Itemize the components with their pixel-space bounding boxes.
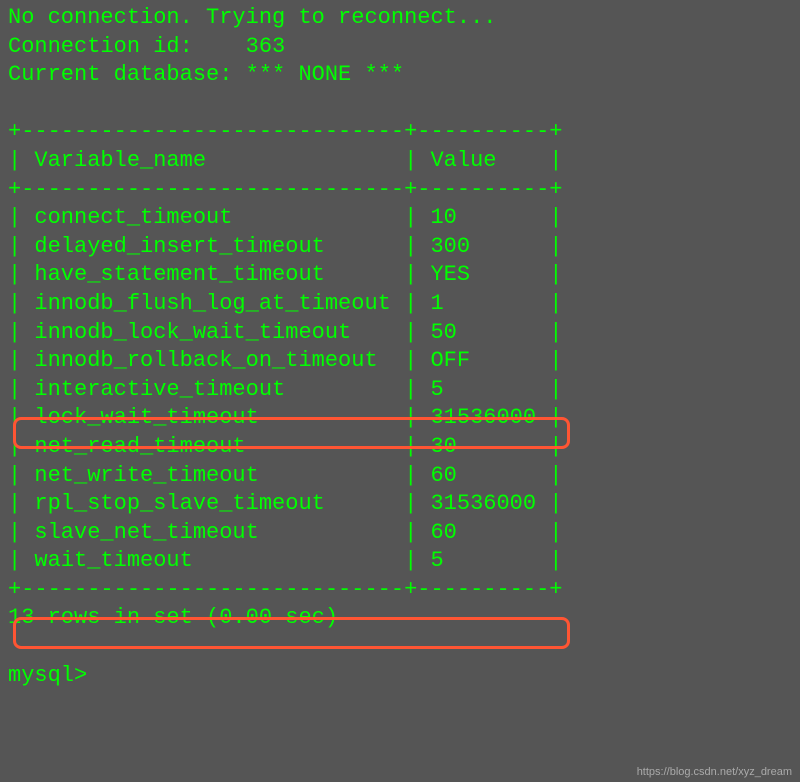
status-current-db: Current database: *** NONE *** [8,61,792,90]
rows-summary: 13 rows in set (0.00 sec) [8,604,792,633]
table-row: | net_write_timeout | 60 | [8,462,792,491]
table-row: | innodb_rollback_on_timeout | OFF | [8,347,792,376]
table-row: | delayed_insert_timeout | 300 | [8,233,792,262]
table-row: | slave_net_timeout | 60 | [8,519,792,548]
table-row: | have_statement_timeout | YES | [8,261,792,290]
watermark: https://blog.csdn.net/xyz_dream [637,766,792,778]
table-row: | rpl_stop_slave_timeout | 31536000 | [8,490,792,519]
table-border-top: +-----------------------------+---------… [8,118,792,147]
blank-line [8,90,792,119]
table-row: | innodb_lock_wait_timeout | 50 | [8,319,792,348]
table-row: | interactive_timeout | 5 | [8,376,792,405]
mysql-prompt[interactable]: mysql> [8,662,792,691]
table-row: | wait_timeout | 5 | [8,547,792,576]
table-row: | net_read_timeout | 30 | [8,433,792,462]
status-connection-id: Connection id: 363 [8,33,792,62]
table-border-bottom: +-----------------------------+---------… [8,576,792,605]
table-rows: | connect_timeout | 10 || delayed_insert… [8,204,792,576]
blank-line-2 [8,633,792,662]
table-border-header: +-----------------------------+---------… [8,176,792,205]
table-header: | Variable_name | Value | [8,147,792,176]
table-row: | innodb_flush_log_at_timeout | 1 | [8,290,792,319]
table-row: | connect_timeout | 10 | [8,204,792,233]
table-row: | lock_wait_timeout | 31536000 | [8,404,792,433]
status-reconnect: No connection. Trying to reconnect... [8,4,792,33]
